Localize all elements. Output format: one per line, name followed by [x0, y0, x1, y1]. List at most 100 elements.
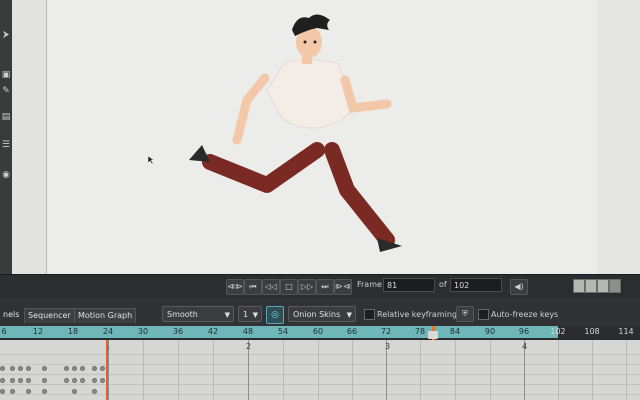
pen-icon[interactable]: ◉ [1, 170, 11, 180]
keyframe[interactable] [100, 378, 105, 383]
onion-skin-toggle-icon[interactable]: ◎ [266, 306, 284, 324]
keyframe[interactable] [42, 366, 47, 371]
frame-input[interactable]: 81 [383, 278, 435, 292]
chevron-down-icon: ▼ [346, 311, 352, 319]
transform-icon[interactable]: ▣ [1, 70, 11, 80]
keyframe[interactable] [72, 389, 77, 394]
timeline-header: nels Sequencer Motion Graph Smooth ▼ 1 ▼… [0, 298, 640, 326]
tool-strip: ⮞ ▣ ✎ ▤ ☰ ◉ [0, 0, 12, 290]
keyframe[interactable] [26, 366, 31, 371]
back-shoe [189, 145, 210, 162]
keyframe[interactable] [64, 378, 69, 383]
cursor-icon[interactable]: ⮞ [1, 30, 11, 40]
ruler-tick: 84 [449, 327, 461, 336]
view-split-icon[interactable] [585, 279, 597, 293]
keyframe[interactable] [26, 389, 31, 394]
section-number: 4 [522, 342, 528, 351]
step-back-key-icon[interactable]: ⏮ [244, 279, 262, 295]
keyframe[interactable] [72, 378, 77, 383]
keyframe[interactable] [18, 378, 23, 383]
ruler-tick: 42 [207, 327, 219, 336]
play-icon[interactable]: ▷▷ [298, 279, 316, 295]
auto-freeze-checkbox[interactable] [478, 309, 489, 320]
shirt [266, 58, 353, 129]
canvas[interactable] [46, 0, 598, 286]
pasteboard-left [12, 0, 46, 290]
keyframe[interactable] [10, 366, 15, 371]
ruler-tick: 114 [618, 327, 634, 336]
chevron-down-icon: ▼ [252, 311, 258, 319]
ruler-tick: 36 [172, 327, 184, 336]
sequencer-grid[interactable]: 1 2 3 4 [0, 340, 640, 400]
ruler-tick: 90 [484, 327, 496, 336]
keyframe[interactable] [18, 366, 23, 371]
keyframe-track [0, 389, 108, 394]
section-number: 2 [246, 342, 252, 351]
front-arm [340, 75, 392, 113]
ruler-tick: 102 [550, 327, 566, 336]
keyframe[interactable] [0, 378, 5, 383]
interp-value-dropdown[interactable]: 1 ▼ [238, 306, 262, 322]
view-quad-icon[interactable] [597, 279, 609, 293]
step-forward-key-icon[interactable]: ⏭ [316, 279, 334, 295]
fast-forward-icon[interactable]: ⧐⧏ [334, 279, 352, 295]
keyframe[interactable] [0, 389, 5, 394]
interpolation-dropdown[interactable]: Smooth ▼ [162, 306, 234, 322]
keyframe[interactable] [100, 366, 105, 371]
character-illustration [189, 14, 402, 252]
keyframe[interactable] [26, 378, 31, 383]
current-key-marker [106, 340, 108, 400]
keyframe[interactable] [10, 389, 15, 394]
keyframe[interactable] [42, 378, 47, 383]
ruler-tick: 66 [346, 327, 358, 336]
speaker-icon[interactable]: ◀) [510, 279, 528, 295]
mouse-cursor-icon [148, 156, 155, 165]
transport-bar: ⧏⧐ ⏮ ◁◁ □ ▷▷ ⏭ ⧐⧏ Frame 81 of 102 ◀) [0, 274, 640, 297]
stage-area [12, 0, 640, 290]
pencil-icon[interactable]: ✎ [1, 86, 11, 96]
onion-skins-dropdown[interactable]: Onion Skins ▼ [288, 306, 356, 322]
timeline-ruler[interactable]: 6 12 18 24 30 36 42 48 54 60 66 72 78 84… [0, 326, 640, 338]
view-multi-icon[interactable] [609, 279, 621, 293]
keyframe[interactable] [92, 389, 97, 394]
shield-icon[interactable]: ⛨ [456, 306, 474, 322]
front-leg [324, 142, 395, 248]
tab-sequencer[interactable]: Sequencer [24, 308, 75, 323]
keyframe[interactable] [92, 378, 97, 383]
ruler-tick: 18 [67, 327, 79, 336]
back-arm [232, 73, 270, 145]
pasteboard-right [597, 0, 640, 290]
playhead-handle[interactable] [428, 331, 438, 339]
relative-keyframing-checkbox[interactable] [364, 309, 375, 320]
onion-skins-label: Onion Skins [293, 310, 341, 319]
ruler-tick: 78 [414, 327, 426, 336]
tab-motion-graph[interactable]: Motion Graph [74, 308, 137, 323]
step-back-icon[interactable]: ◁◁ [262, 279, 280, 295]
ruler-tick: 72 [380, 327, 392, 336]
interp-value: 1 [243, 310, 249, 319]
back-leg [202, 142, 325, 193]
ruler-tick: 108 [584, 327, 600, 336]
total-frames-input[interactable]: 102 [450, 278, 502, 292]
ruler-tick: 60 [312, 327, 324, 336]
paint-icon[interactable]: ☰ [1, 140, 11, 150]
keyframe[interactable] [42, 389, 47, 394]
keyframe[interactable] [92, 366, 97, 371]
bone-icon[interactable]: ▤ [1, 112, 11, 122]
keyframe[interactable] [0, 366, 5, 371]
keyframe[interactable] [64, 366, 69, 371]
keyframe-track [0, 366, 108, 371]
keyframe[interactable] [72, 366, 77, 371]
stop-icon[interactable]: □ [280, 279, 298, 295]
chevron-down-icon: ▼ [224, 311, 230, 319]
keyframe[interactable] [80, 378, 85, 383]
view-single-icon[interactable] [573, 279, 585, 293]
ruler-tick: 30 [137, 327, 149, 336]
ruler-tick: 54 [277, 327, 289, 336]
rewind-icon[interactable]: ⧏⧐ [226, 279, 244, 295]
interpolation-value: Smooth [167, 310, 198, 319]
of-label: of [439, 280, 447, 289]
keyframe[interactable] [80, 366, 85, 371]
keyframe[interactable] [10, 378, 15, 383]
tab-channels[interactable]: nels [0, 308, 22, 322]
